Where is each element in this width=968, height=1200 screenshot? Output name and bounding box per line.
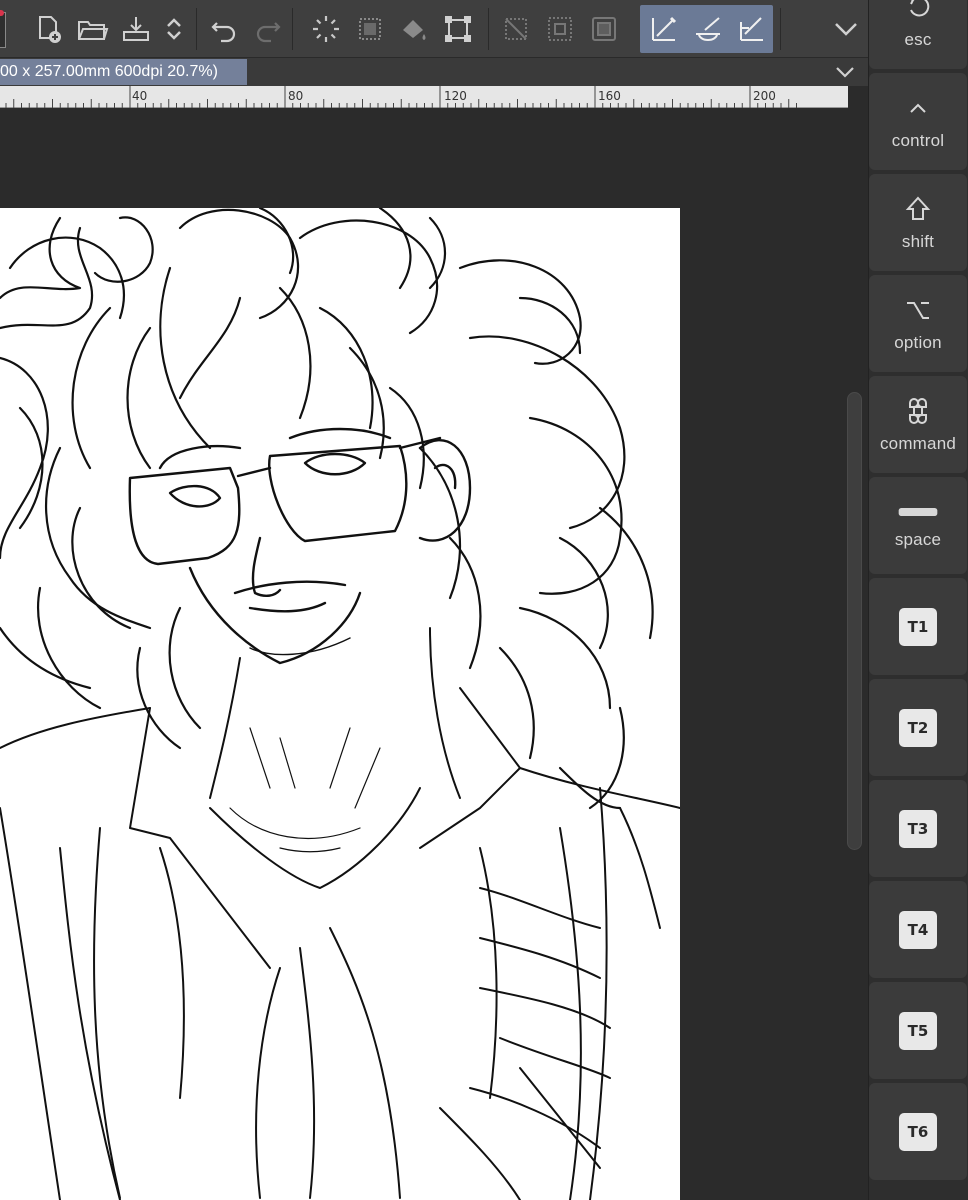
esc-key-label: esc <box>904 29 932 49</box>
ruler-label: 40 <box>132 89 148 103</box>
t1-key[interactable]: T1 <box>869 578 967 675</box>
shift-key-label: shift <box>901 231 935 251</box>
t6-key[interactable]: T6 <box>869 1083 967 1180</box>
control-icon <box>910 103 926 113</box>
shift-icon <box>905 196 931 220</box>
open-folder-icon[interactable] <box>70 7 114 51</box>
shift-key[interactable]: shift <box>869 174 967 271</box>
ruler-ticks <box>5 86 797 108</box>
crop-icon[interactable] <box>582 7 626 51</box>
command-key[interactable]: command <box>869 376 967 473</box>
t2-key-label: T2 <box>899 708 937 747</box>
document-title[interactable]: 00 x 257.00mm 600dpi 20.7%) <box>0 59 247 85</box>
ruler-label: 200 <box>753 89 776 103</box>
command-icon <box>909 397 927 424</box>
control-key[interactable]: control <box>869 73 967 170</box>
t1-key-label: T1 <box>899 607 937 646</box>
pen-ruler-icon[interactable] <box>642 7 686 51</box>
command-key-label: command <box>879 433 957 453</box>
line-art-drawing <box>0 208 680 1200</box>
straight-ruler-icon[interactable] <box>730 7 774 51</box>
t4-key[interactable]: T4 <box>869 881 967 978</box>
option-key-label: option <box>894 332 942 352</box>
stepper-icon[interactable] <box>152 7 196 51</box>
fill-icon[interactable] <box>392 7 436 51</box>
esc-key[interactable]: esc <box>869 0 967 69</box>
invert-selection-icon[interactable] <box>538 7 582 51</box>
vertical-scrollbar-thumb[interactable] <box>847 392 862 850</box>
space-key-label: space <box>894 529 942 549</box>
brush-ruler-icon[interactable] <box>686 7 730 51</box>
t4-key-label: T4 <box>899 910 937 949</box>
space-key[interactable]: space <box>869 477 967 574</box>
option-key[interactable]: option <box>869 275 967 372</box>
transform-icon[interactable] <box>436 7 480 51</box>
t2-key[interactable]: T2 <box>869 679 967 776</box>
option-icon <box>907 301 929 319</box>
ruler-label: 120 <box>444 89 467 103</box>
space-icon <box>898 507 938 516</box>
document-title-bar: 00 x 257.00mm 600dpi 20.7%) <box>0 58 868 86</box>
undo-icon[interactable] <box>202 7 246 51</box>
toolbar-divider <box>292 8 293 50</box>
deselect-icon[interactable] <box>494 7 538 51</box>
title-chevron-down-icon[interactable] <box>834 62 856 82</box>
drawing-canvas[interactable] <box>0 208 680 1200</box>
t3-key-label: T3 <box>899 809 937 848</box>
select-all-icon[interactable] <box>348 7 392 51</box>
new-document-icon[interactable] <box>26 7 70 51</box>
main-toolbar <box>0 0 868 58</box>
document-tab-edge[interactable] <box>0 12 6 48</box>
control-key-label: control <box>891 130 945 150</box>
ruler-label: 80 <box>288 89 304 103</box>
toolbar-divider <box>196 8 197 50</box>
expand-chevron-icon[interactable] <box>824 7 868 51</box>
canvas-area[interactable] <box>0 108 848 1200</box>
t5-key[interactable]: T5 <box>869 982 967 1079</box>
toolbar-divider <box>488 8 489 50</box>
ruler-label: 160 <box>598 89 621 103</box>
toolbar-divider <box>780 8 781 50</box>
t3-key[interactable]: T3 <box>869 780 967 877</box>
esc-icon <box>910 0 930 16</box>
t6-key-label: T6 <box>899 1112 937 1151</box>
t5-key-label: T5 <box>899 1011 937 1050</box>
loading-icon[interactable] <box>304 7 348 51</box>
redo-icon[interactable] <box>246 7 290 51</box>
modifier-key-panel: esc control shift option command space T… <box>868 0 968 1200</box>
horizontal-ruler: 40 80 120 160 200 <box>0 86 848 108</box>
